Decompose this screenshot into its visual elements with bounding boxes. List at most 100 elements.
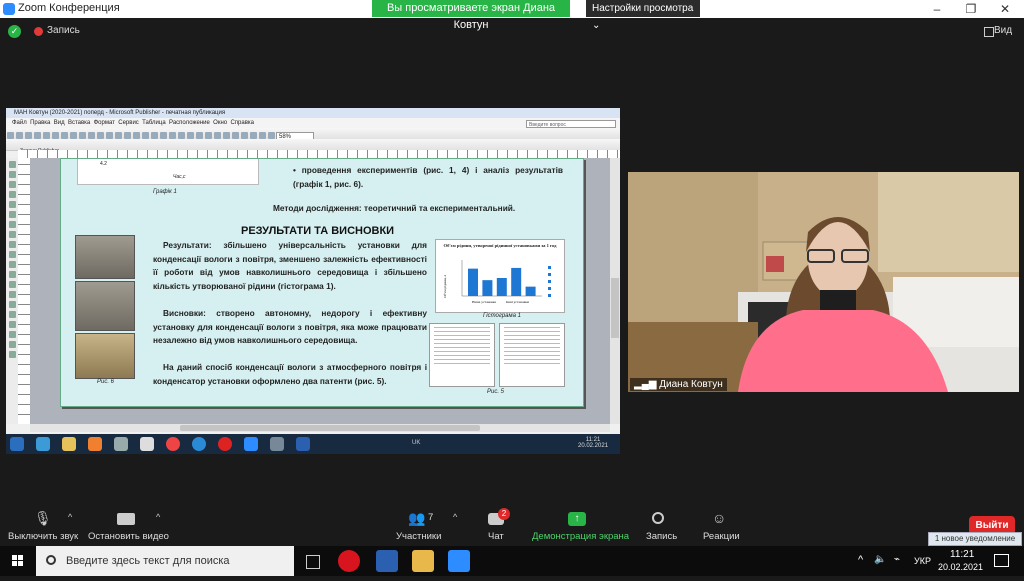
shared-screen: МАН Ковтун (2020-2021) поперд - Microsof… <box>6 108 620 454</box>
opera-icon[interactable] <box>218 437 232 451</box>
edge-icon[interactable] <box>192 437 206 451</box>
maximize-button[interactable]: ❐ <box>956 1 986 17</box>
participants-chevron-icon[interactable]: ^ <box>453 512 457 522</box>
legend-swatch <box>548 287 551 290</box>
menu-item[interactable]: Формат <box>94 120 115 126</box>
patent-images <box>429 323 565 387</box>
mute-button[interactable]: Выключить звук <box>8 531 78 542</box>
record-icon[interactable] <box>652 512 664 524</box>
signal-icon: ▂▄▆ <box>634 379 660 390</box>
results-text: Результати: збільшено універсальність ус… <box>153 240 427 291</box>
media-icon[interactable] <box>88 437 102 451</box>
menu-item[interactable]: Правка <box>30 120 50 126</box>
tray-chevron-icon[interactable]: ^ <box>858 554 863 566</box>
word-taskbar-icon[interactable] <box>376 550 398 572</box>
record-button[interactable]: Запись <box>646 531 677 542</box>
scroll-thumb[interactable] <box>611 278 619 338</box>
zoom-taskbar-icon[interactable] <box>448 550 470 572</box>
reactions-icon[interactable]: ☺ <box>712 510 726 526</box>
windows-start-button[interactable] <box>0 546 36 576</box>
legend-swatch <box>548 294 551 297</box>
scroll-thumb[interactable] <box>180 425 480 431</box>
graph-value: 4.2 <box>100 161 107 167</box>
menu-item[interactable]: Вид <box>54 120 65 126</box>
help-search-input[interactable]: Введите вопрос <box>526 120 616 128</box>
menu-item[interactable]: Сервис <box>118 120 139 126</box>
horizontal-scrollbar[interactable] <box>30 424 610 432</box>
start-icon[interactable] <box>10 437 24 451</box>
folder-icon[interactable] <box>62 437 76 451</box>
publication-workspace: 4.2 Час,с Графік 1 • проведення експерим… <box>30 158 610 424</box>
opera-taskbar-icon[interactable] <box>338 550 360 572</box>
legend-swatch <box>548 266 551 269</box>
volume-icon[interactable]: 🔈 <box>874 554 886 565</box>
menu-item[interactable]: Справка <box>230 120 254 126</box>
chat-badge: 2 <box>498 508 510 520</box>
chart-bar <box>511 267 522 296</box>
file-explorer-icon[interactable] <box>412 550 434 572</box>
vertical-scrollbar[interactable] <box>610 158 620 424</box>
histogram-caption: Гістограма 1 <box>483 313 521 319</box>
menu-item[interactable]: Расположение <box>169 120 210 126</box>
reactions-button[interactable]: Реакции <box>703 531 740 542</box>
menu-item[interactable]: Таблица <box>142 120 166 126</box>
share-screen-icon[interactable]: ↑ <box>568 512 586 526</box>
inner-clock: 11:21 20.02.2021 <box>578 437 608 449</box>
action-center-icon[interactable] <box>994 554 1009 567</box>
network-icon[interactable]: ⌁ <box>894 554 900 565</box>
chart-category-label: Інші установки <box>506 300 529 304</box>
app-icon[interactable] <box>270 437 284 451</box>
security-shield-icon[interactable]: ✓ <box>8 25 21 38</box>
chart-bar <box>496 278 507 296</box>
ie-icon[interactable] <box>36 437 50 451</box>
recording-label: Запись <box>47 25 80 36</box>
windows-taskbar: Введите здесь текст для поиска ^ 🔈 ⌁ УКР… <box>0 546 1024 576</box>
chat-button[interactable]: Чат <box>488 531 504 542</box>
inner-clock-date: 20.02.2021 <box>578 443 609 449</box>
participants-icon[interactable]: 👥 <box>408 510 425 527</box>
legend-swatch <box>548 273 551 276</box>
notification-toast[interactable]: 1 новое уведомление <box>928 532 1022 546</box>
video-frame <box>628 172 1019 392</box>
grid-view-icon[interactable] <box>984 27 994 37</box>
app-icon[interactable] <box>140 437 154 451</box>
clock-time[interactable]: 11:21 <box>950 549 974 560</box>
participants-button[interactable]: Участники <box>396 531 441 542</box>
publisher-title-bar: МАН Ковтун (2020-2021) поперд - Microsof… <box>6 108 620 118</box>
bullet-text: • проведення експериментів (рис. 1, 4) і… <box>293 165 563 189</box>
view-settings-button[interactable]: Настройки просмотра ⌄ <box>586 0 700 31</box>
view-button[interactable]: Вид <box>994 25 1012 36</box>
menu-item[interactable]: Вставка <box>68 120 90 126</box>
word-icon[interactable] <box>296 437 310 451</box>
device-photo <box>75 333 135 379</box>
app-icon[interactable] <box>114 437 128 451</box>
zoom-icon[interactable] <box>244 437 258 451</box>
graph-1: 4.2 Час,с <box>77 159 259 185</box>
section-heading: РЕЗУЛЬТАТИ ТА ВИСНОВКИ <box>241 225 395 237</box>
task-view-icon[interactable] <box>306 555 320 569</box>
participants-count: 7 <box>428 512 434 523</box>
menu-item[interactable]: Окно <box>213 120 227 126</box>
share-banner: Вы просматриваете экран Диана Ковтун <box>372 0 570 31</box>
shared-windows-taskbar: UK 11:21 20.02.2021 <box>6 434 620 454</box>
taskbar-search-input[interactable]: Введите здесь текст для поиска <box>36 546 294 576</box>
participant-name-tag: ▂▄▆ Диана Ковтун <box>630 378 727 391</box>
stop-video-button[interactable]: Остановить видео <box>88 531 169 542</box>
conclusions-text: Висновки: створено автономну, недорогу і… <box>153 308 427 345</box>
minimize-button[interactable]: – <box>922 1 952 17</box>
mute-options-chevron-icon[interactable]: ^ <box>68 512 72 522</box>
video-camera-icon[interactable] <box>117 513 135 525</box>
chart-bar <box>482 280 493 296</box>
clock-date[interactable]: 20.02.2021 <box>938 562 983 572</box>
recording-dot-icon <box>34 27 43 36</box>
histogram-chart: Об'єм рідини, утвореної рідинної установ… <box>435 239 565 313</box>
legend-swatch <box>548 280 551 283</box>
chrome-icon[interactable] <box>166 437 180 451</box>
video-options-chevron-icon[interactable]: ^ <box>156 512 160 522</box>
chart-bar <box>525 286 536 296</box>
language-indicator[interactable]: УКР <box>914 556 931 566</box>
microphone-icon[interactable]: 🎙 <box>34 510 52 527</box>
close-button[interactable]: ✕ <box>990 1 1020 17</box>
menu-item[interactable]: Файл <box>12 120 27 126</box>
share-screen-button[interactable]: Демонстрация экрана <box>532 531 629 542</box>
